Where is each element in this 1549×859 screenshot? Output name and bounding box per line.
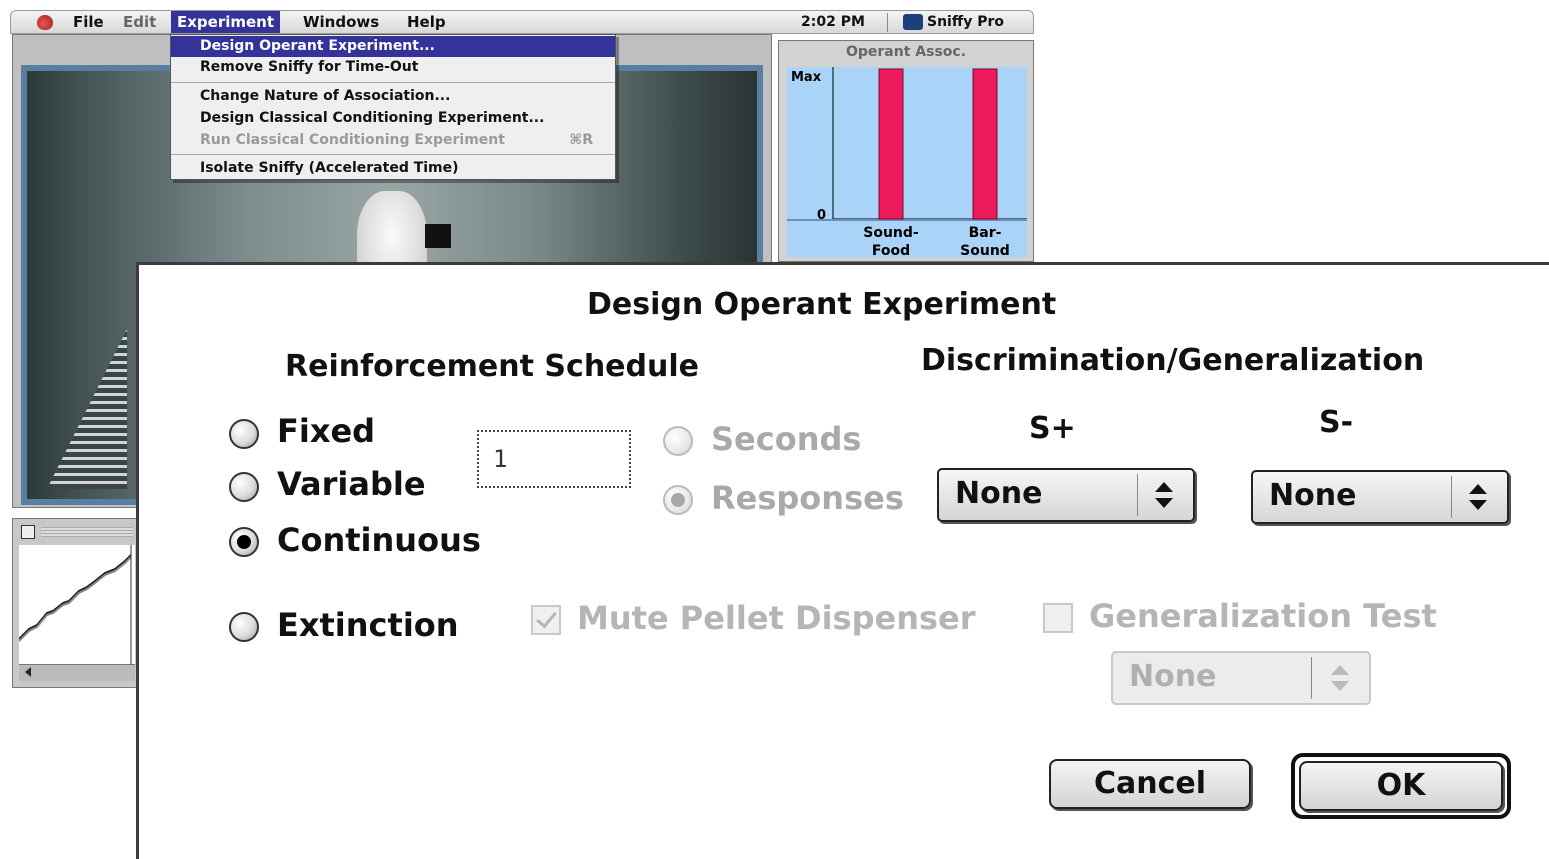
menu-item-run-classical-experiment: Run Classical Conditioning Experiment ⌘R (171, 130, 615, 151)
menu-experiment[interactable]: Experiment (171, 11, 281, 33)
bar-sound-food (878, 68, 904, 220)
menu-clock: 2:02 PM (801, 14, 865, 30)
menu-windows[interactable]: Windows (297, 11, 385, 33)
window-title-bar[interactable] (41, 527, 133, 537)
reinforcement-schedule-heading: Reinforcement Schedule (285, 349, 699, 384)
s-plus-label: S+ (1029, 411, 1076, 446)
interval-value-input[interactable] (477, 430, 631, 488)
discrimination-generalization-heading: Discrimination/Generalization (921, 343, 1425, 378)
menu-item-label: Run Classical Conditioning Experiment (200, 132, 505, 148)
radio-variable[interactable] (229, 472, 259, 502)
y-tick-label-zero: 0 (817, 208, 826, 223)
menu-item-change-nature-association[interactable]: Change Nature of Association... (171, 86, 615, 107)
close-box-icon[interactable] (21, 525, 35, 539)
x-tick-label: Bar- (969, 225, 1002, 241)
s-plus-select-value: None (955, 476, 1043, 511)
sniffy-app-icon (903, 14, 923, 30)
application-menu[interactable]: Sniffy Pro (921, 11, 1010, 33)
menu-bar: File Edit Experiment Windows Help 2:02 P… (10, 10, 1034, 34)
menu-help[interactable]: Help (401, 11, 452, 33)
radio-seconds[interactable] (663, 426, 693, 456)
experiment-menu-dropdown: Design Operant Experiment... Remove Snif… (170, 34, 616, 180)
menu-file[interactable]: File (67, 11, 110, 33)
x-tick-label: Sound (960, 243, 1010, 257)
generalization-test-label[interactable]: Generalization Test (1089, 597, 1437, 635)
apple-menu[interactable] (31, 11, 59, 33)
select-divider (1137, 474, 1138, 516)
generalization-test-select[interactable]: None (1111, 651, 1371, 705)
operant-assoc-title: Operant Assoc. (845, 44, 967, 60)
cumulative-record-window (12, 518, 138, 688)
radio-label-fixed[interactable]: Fixed (277, 412, 375, 450)
radio-responses[interactable] (663, 485, 693, 515)
dialog-title: Design Operant Experiment (587, 287, 1057, 322)
radio-label-seconds[interactable]: Seconds (711, 420, 861, 458)
x-tick-label: Sound- (863, 225, 919, 241)
bar-bar-sound (972, 68, 998, 220)
select-divider (1311, 657, 1312, 699)
y-tick-label-max: Max (791, 70, 822, 85)
design-operant-experiment-dialog: Design Operant Experiment Reinforcement … (136, 262, 1549, 859)
horizontal-scrollbar[interactable] (19, 664, 135, 681)
menubar-divider (887, 13, 888, 32)
radio-continuous[interactable] (229, 527, 259, 557)
mute-pellet-dispenser-checkbox[interactable] (531, 605, 561, 635)
s-minus-select-value: None (1269, 478, 1357, 513)
menu-shortcut: ⌘R (569, 132, 593, 148)
menu-item-design-operant-experiment[interactable]: Design Operant Experiment... (171, 36, 615, 57)
scroll-left-arrow-icon[interactable] (25, 667, 31, 677)
radio-label-continuous[interactable]: Continuous (277, 521, 481, 559)
menu-divider (171, 154, 615, 155)
select-divider (1451, 476, 1452, 518)
menu-item-isolate-sniffy[interactable]: Isolate Sniffy (Accelerated Time) (171, 158, 615, 179)
s-plus-select[interactable]: None (937, 468, 1195, 522)
operant-assoc-window: Operant Assoc. Max 0 Sound- Food Bar- Sound (778, 40, 1034, 262)
s-minus-label: S- (1319, 405, 1354, 440)
lever-bar (425, 224, 451, 248)
radio-label-extinction[interactable]: Extinction (277, 606, 459, 644)
cancel-button[interactable]: Cancel (1049, 759, 1251, 809)
radio-label-responses[interactable]: Responses (711, 479, 904, 517)
apple-icon (37, 15, 53, 30)
menu-divider (171, 82, 615, 83)
menu-item-remove-sniffy[interactable]: Remove Sniffy for Time-Out (171, 57, 615, 78)
chamber-floor-grid (47, 329, 127, 489)
mute-pellet-dispenser-label[interactable]: Mute Pellet Dispenser (577, 599, 976, 637)
ok-button[interactable]: OK (1299, 761, 1503, 811)
cumulative-record-plot (19, 545, 135, 669)
generalization-select-value: None (1129, 659, 1217, 694)
menu-edit[interactable]: Edit (117, 11, 162, 33)
radio-extinction[interactable] (229, 612, 259, 642)
radio-fixed[interactable] (229, 419, 259, 449)
radio-label-variable[interactable]: Variable (277, 465, 426, 503)
generalization-test-checkbox[interactable] (1043, 603, 1073, 633)
x-tick-label: Food (872, 243, 910, 257)
menu-item-design-classical-experiment[interactable]: Design Classical Conditioning Experiment… (171, 108, 615, 129)
s-minus-select[interactable]: None (1251, 470, 1509, 524)
operant-assoc-chart: Max 0 Sound- Food Bar- Sound (787, 67, 1027, 257)
